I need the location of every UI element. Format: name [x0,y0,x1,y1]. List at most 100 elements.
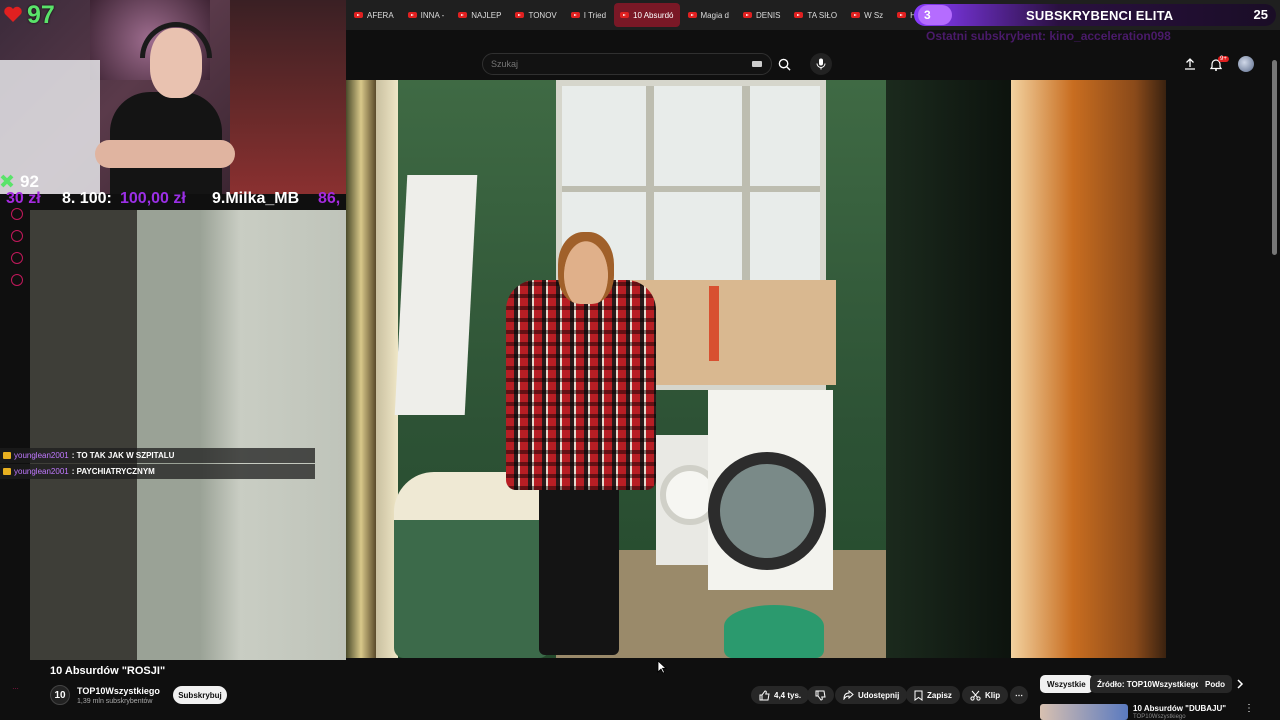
video-frame-detail [709,286,719,361]
cross-icon [0,174,14,188]
video-frame-detail [886,80,1016,658]
keyboard-icon[interactable] [752,61,762,67]
more-actions-button[interactable]: ⋯ [1010,686,1028,704]
heart-counter: 97 [27,1,55,29]
browser-tab-label: I Tried [583,10,607,20]
elite-counter: 25 [1253,7,1268,22]
youtube-icon [354,12,363,18]
donor-amount: 100,00 zł [120,190,186,207]
like-count: 4,4 tys. [774,690,802,700]
thumbs-up-icon [759,689,770,700]
youtube-icon [897,12,907,18]
search-button[interactable] [772,53,796,75]
donor-amount: 86, [318,190,341,207]
chat-message: younglean2001 : TO TAK JAK W SZPITALU [0,448,315,463]
scrollbar[interactable] [1272,60,1277,255]
browser-tab[interactable]: 10 Absurdó [614,3,680,27]
browser-tab-label: NAJLEP [471,10,502,20]
browser-tab[interactable]: I Tried [565,3,612,27]
search-input[interactable] [491,57,731,71]
youtube-icon [742,12,752,18]
youtube-icon [687,12,697,18]
chat-badge-icon [3,452,11,459]
video-frame-detail [346,80,376,658]
chat-username: younglean2001 [14,451,69,460]
chip-all[interactable]: Wszystkie [1040,675,1093,693]
webcam-detail [95,140,235,168]
microphone-icon [816,58,826,70]
chip-source[interactable]: Źródło: TOP10Wszystkiego [1090,675,1208,693]
browser-tab-label: TONOV [528,10,557,20]
elite-count-badge: 3 [918,5,952,25]
browser-tab[interactable]: TA SIŁO [788,3,843,27]
recommended-title[interactable]: 10 Absurdów "DUBAJU" [1133,704,1226,713]
video-frame-detail [506,280,656,490]
chat-username: younglean2001 [14,467,69,476]
browser-tab[interactable]: NAJLEP [452,3,507,27]
history-icon[interactable] [11,230,23,242]
upload-icon [1185,58,1195,70]
youtube-icon [515,12,525,18]
browser-tab-label: TA SIŁO [807,10,838,20]
elite-subscribers-banner: 3 SUBSKRYBENCI ELITA 25 [914,4,1276,26]
browser-tab-label: DENIS [755,10,781,20]
youtube-icon [851,12,861,18]
mouse-cursor-icon [657,660,667,674]
video-frame-detail [708,452,826,570]
chat-message: younglean2001 : PAYCHIATRYCZNYM [0,464,315,479]
chat-icon[interactable] [11,252,23,264]
share-label: Udostępnij [858,690,900,700]
dislike-button[interactable] [807,686,834,704]
heart-icon [4,6,22,22]
browser-tab-label: INNA - [420,10,445,20]
share-icon [843,690,854,700]
account-avatar[interactable] [1238,56,1254,72]
chat-text: : PAYCHIATRYCZNYM [71,467,155,476]
last-subscriber-ticker: Ostatni subskrybent: kino_acceleration09… [926,29,1171,43]
like-button[interactable]: 4,4 tys. [751,686,810,704]
subscribe-button[interactable]: Subskrybuj [173,686,227,704]
bookmark-icon [914,690,923,701]
browser-tab[interactable]: AFERA [348,3,400,27]
browser-tab[interactable]: Magia d [682,3,735,27]
channel-subscribers: 1,39 mln subskrybentów [77,698,153,705]
chat-overlay: younglean2001 : TO TAK JAK W SZPITALU yo… [0,448,315,480]
video-frame-detail [562,186,820,192]
top-donors-ticker: 30 zł 8. 100: 100,00 zł 9.Milka_MB 86, [0,190,346,210]
save-label: Zapisz [927,690,952,700]
clip-label: Klip [985,690,1001,700]
browser-tab[interactable]: DENIS [737,3,786,27]
screen: AFERA INNA - NAJLEP TONOV I Tried 10 Absurdó… [0,0,1280,720]
video-frame-detail [394,520,549,658]
upload-button[interactable] [1181,55,1199,73]
recommended-thumbnail[interactable] [1040,704,1128,720]
overlay-small-text: … [12,684,19,691]
video-frame-detail [539,485,619,655]
save-button[interactable]: Zapisz [906,686,960,704]
chip-similar[interactable]: Podo [1198,675,1232,693]
voice-search-button[interactable] [810,53,832,75]
clip-button[interactable]: Klip [962,686,1009,704]
share-button[interactable]: Udostępnij [835,686,908,704]
browser-tab-label: 10 Absurdó [633,10,674,20]
search-box[interactable] [482,53,772,75]
more-vert-icon[interactable]: ⋮ [1244,703,1254,714]
settings-icon[interactable] [11,274,23,286]
video-frame-detail [1011,80,1166,658]
browser-tab[interactable]: TONOV [509,3,562,27]
channel-name[interactable]: TOP10Wszystkiego [77,686,160,696]
youtube-icon [407,12,417,18]
video-player[interactable] [346,80,1166,658]
video-frame-detail [394,175,478,415]
elite-title: SUBSKRYBENCI ELITA [1026,7,1174,23]
thumbs-down-icon [815,690,826,701]
youtube-icon [570,12,580,18]
channel-avatar[interactable]: 10 [50,685,70,705]
browser-tab[interactable]: W Sz [845,3,889,27]
donor-amount: 30 zł [6,190,41,207]
notification-count: 9+ [1218,56,1229,62]
browser-tab-label: W Sz [864,10,884,20]
webcam-detail [0,60,100,194]
browser-tab[interactable]: INNA - [402,3,451,27]
chevron-right-icon[interactable] [1236,679,1244,689]
